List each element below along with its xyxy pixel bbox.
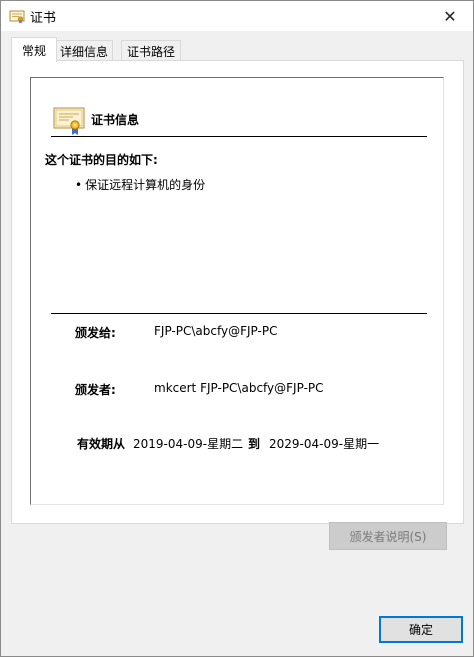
valid-to-value: 2029-04-09-星期一 xyxy=(269,437,380,451)
certificate-ribbon-icon xyxy=(53,107,85,135)
button-label: 颁发者说明(S) xyxy=(349,529,427,544)
divider xyxy=(51,313,427,314)
purpose-heading: 这个证书的目的如下: xyxy=(45,153,158,167)
purpose-text: 保证远程计算机的身份 xyxy=(85,178,206,192)
tab-certification-path[interactable]: 证书路径 xyxy=(121,40,181,61)
tab-details[interactable]: 详细信息 xyxy=(55,40,113,61)
issued-to-label: 颁发给: xyxy=(75,326,116,340)
purpose-list-item: • 保证远程计算机的身份 xyxy=(75,176,205,193)
close-button[interactable]: ✕ xyxy=(427,1,473,31)
title-bar: 证书 ✕ xyxy=(1,1,473,31)
general-tab-panel: 证书信息 这个证书的目的如下: • 保证远程计算机的身份 颁发给: FJP-PC\… xyxy=(11,60,464,524)
valid-from-value: 2019-04-09-星期二 xyxy=(133,437,244,451)
tab-label: 常规 xyxy=(21,43,46,58)
ok-button[interactable]: 确定 xyxy=(379,616,463,643)
issued-by-value: mkcert FJP-PC\abcfy@FJP-PC xyxy=(154,381,324,395)
tab-general[interactable]: 常规 xyxy=(11,37,57,62)
certificate-icon xyxy=(9,10,25,24)
tab-label: 详细信息 xyxy=(59,44,108,59)
issued-to-value: FJP-PC\abcfy@FJP-PC xyxy=(154,324,278,338)
certificate-info-box: 证书信息 这个证书的目的如下: • 保证远程计算机的身份 颁发给: FJP-PC\… xyxy=(30,77,444,505)
certificate-dialog: 证书 ✕ 常规 详细信息 证书路径 证书信息 这个证书的目的如下: • 保证远程… xyxy=(0,0,474,657)
tab-label: 证书路径 xyxy=(126,44,175,59)
button-label: 确定 xyxy=(408,623,433,637)
issued-by-label: 颁发者: xyxy=(75,383,116,397)
certificate-info-title: 证书信息 xyxy=(91,113,140,127)
issuer-statement-button[interactable]: 颁发者说明(S) xyxy=(329,522,447,550)
close-icon: ✕ xyxy=(443,6,457,26)
window-title: 证书 xyxy=(30,11,57,26)
validity-label: 有效期从 xyxy=(77,437,126,451)
validity-to-label: 到 xyxy=(248,437,261,451)
bullet: • xyxy=(75,178,83,192)
divider xyxy=(51,136,427,137)
